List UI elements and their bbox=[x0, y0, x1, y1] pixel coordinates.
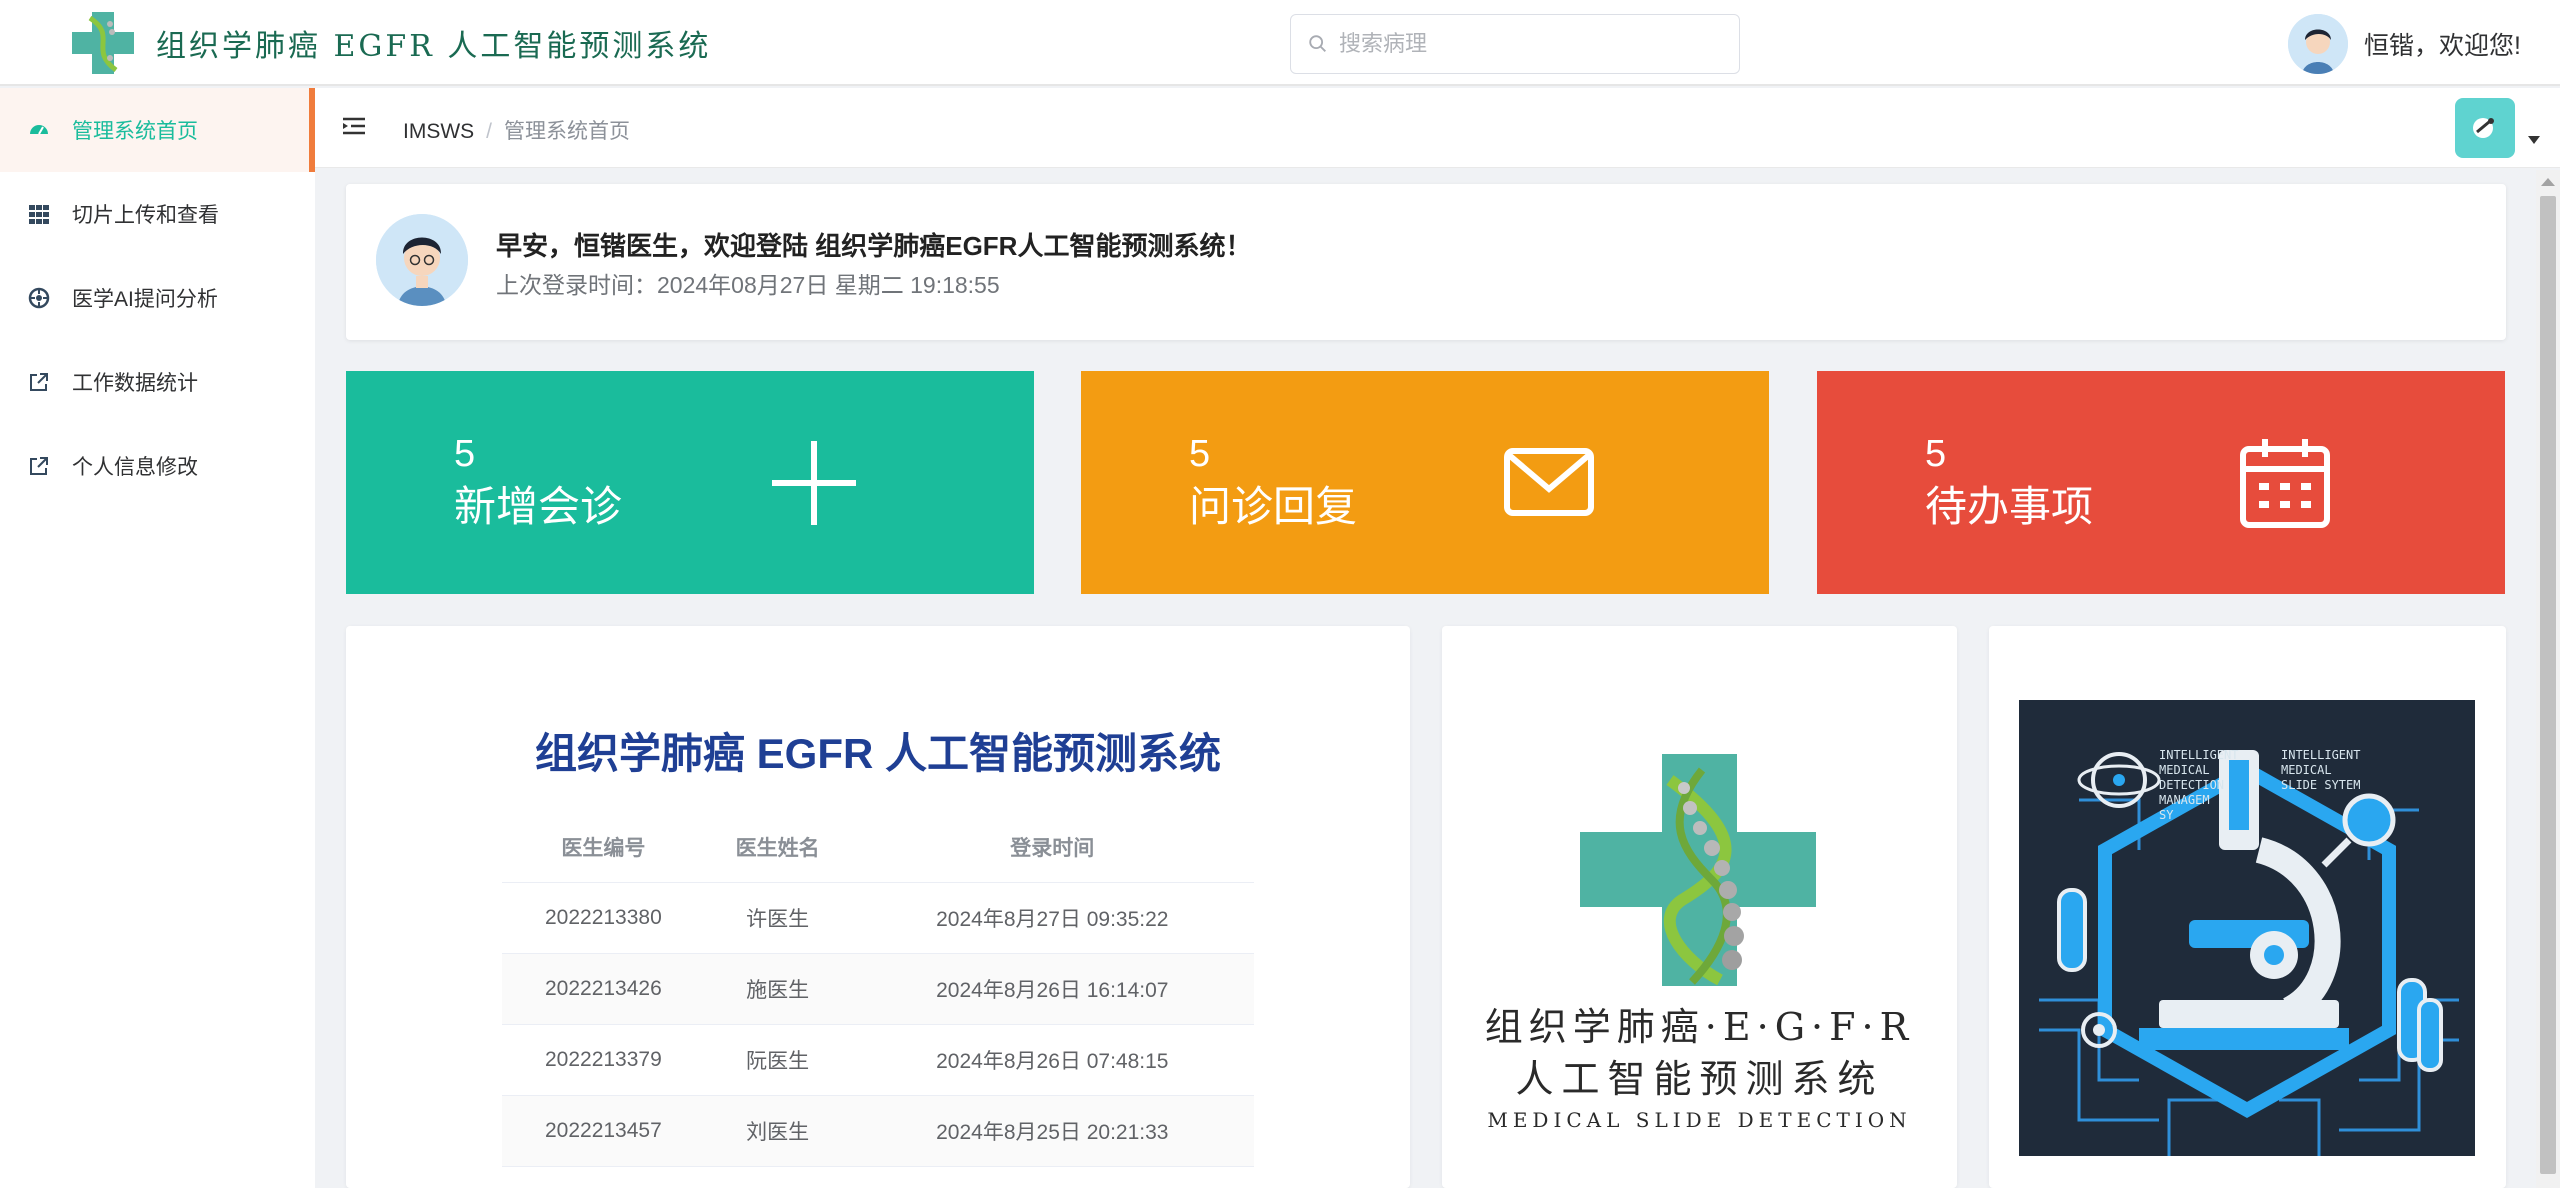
stat-count: 5 bbox=[454, 433, 476, 475]
breadcrumb-separator: / bbox=[486, 120, 493, 143]
logo-text-english: MEDICAL SLIDE DETECTION bbox=[1487, 1108, 1912, 1132]
cell-login-time: 2024年8月25日 20:21:33 bbox=[850, 1095, 1254, 1167]
aperture-icon bbox=[28, 287, 50, 309]
sidebar-item-work-stats[interactable]: 工作数据统计 bbox=[0, 340, 315, 424]
table-header-row: 医生编号 医生姓名 登录时间 bbox=[502, 812, 1254, 883]
stat-tile-todo-items[interactable]: 5 待办事项 bbox=[1817, 371, 2505, 594]
medical-cross-logo-icon bbox=[1580, 754, 1816, 986]
cell-doctor-id: 2022213457 bbox=[502, 1095, 705, 1167]
breadcrumb-home[interactable]: IMSWS bbox=[403, 120, 474, 143]
cell-doctor-id: 2022213380 bbox=[502, 882, 705, 954]
breadcrumb: IMSWS / 管理系统首页 bbox=[403, 115, 630, 145]
welcome-title: 早安，恒锴医生，欢迎登陆 组织学肺癌EGFR人工智能预测系统！ bbox=[496, 231, 1252, 261]
sidebar-item-label: 切片上传和查看 bbox=[72, 204, 219, 227]
sidebar-item-slide-upload[interactable]: 切片上传和查看 bbox=[0, 172, 315, 256]
user-avatar[interactable] bbox=[2288, 14, 2348, 74]
pin-tool-icon bbox=[2473, 118, 2494, 138]
plus-icon bbox=[772, 441, 856, 525]
sidebar-item-ai-analysis[interactable]: 医学AI提问分析 bbox=[0, 256, 315, 340]
login-records-card: 组织学肺癌 EGFR 人工智能预测系统 医生编号 医生姓名 登录时间 20222… bbox=[346, 626, 1410, 1188]
logo-card: 组织学肺癌·E·G·F·R 人工智能预测系统 MEDICAL SLIDE DET… bbox=[1442, 626, 1957, 1188]
sidebar-item-label: 医学AI提问分析 bbox=[72, 288, 218, 311]
last-login-time: 上次登录时间：2024年08月27日 星期二 19:18:55 bbox=[496, 272, 1000, 298]
poster-caption-right: INTELLIGENT MEDICAL SLIDE SYTEM bbox=[2281, 748, 2361, 792]
breadcrumb-bar: IMSWS / 管理系统首页 bbox=[315, 88, 2560, 168]
calendar-icon bbox=[2240, 439, 2330, 528]
dashboard-icon bbox=[28, 119, 50, 141]
microscope-illustration: INTELLIGENT MEDICAL DETECTION MANAGEM SY… bbox=[2019, 700, 2475, 1156]
table-row[interactable]: 2022213379 阮医生 2024年8月26日 07:48:15 bbox=[502, 1024, 1254, 1096]
app-title: 组织学肺癌 EGFR 人工智能预测系统 bbox=[156, 29, 712, 64]
sidebar-item-profile-edit[interactable]: 个人信息修改 bbox=[0, 424, 315, 508]
scrollbar-thumb[interactable] bbox=[2540, 196, 2556, 1174]
stat-label: 问诊回复 bbox=[1189, 483, 1358, 530]
sidebar-item-label: 个人信息修改 bbox=[72, 456, 198, 479]
cell-doctor-name: 施医生 bbox=[704, 953, 851, 1025]
sidebar-item-home[interactable]: 管理系统首页 bbox=[0, 88, 315, 172]
breadcrumb-current: 管理系统首页 bbox=[504, 120, 631, 143]
poster-card: INTELLIGENT MEDICAL DETECTION MANAGEM SY… bbox=[1989, 626, 2506, 1188]
stat-count: 5 bbox=[1925, 433, 1947, 475]
settings-button[interactable] bbox=[2455, 98, 2515, 158]
table-row[interactable]: 2022213426 施医生 2024年8月26日 16:14:07 bbox=[502, 953, 1254, 1025]
avatar-icon bbox=[2288, 14, 2348, 74]
login-records-table: 医生编号 医生姓名 登录时间 2022213380 许医生 2024年8月27日… bbox=[502, 812, 1254, 1167]
sidebar: 管理系统首页 切片上传和查看 医学AI提问分析 工作数据统计 个人信息修改 bbox=[0, 88, 315, 1188]
column-header-doctor-id: 医生编号 bbox=[502, 812, 705, 883]
cell-doctor-id: 2022213379 bbox=[502, 1024, 705, 1096]
system-title: 组织学肺癌 EGFR 人工智能预测系统 bbox=[534, 730, 1221, 777]
table-row[interactable]: 2022213457 刘医生 2024年8月25日 20:21:33 bbox=[502, 1095, 1254, 1167]
stat-count: 5 bbox=[1189, 433, 1211, 475]
search-input[interactable] bbox=[1339, 31, 1719, 57]
top-header: 组织学肺癌 EGFR 人工智能预测系统 恒锴，欢迎您! bbox=[0, 0, 2560, 86]
cell-doctor-name: 阮医生 bbox=[704, 1024, 851, 1096]
search-icon bbox=[1309, 35, 1326, 52]
welcome-card: 早安，恒锴医生，欢迎登陆 组织学肺癌EGFR人工智能预测系统！ 上次登录时间：2… bbox=[346, 184, 2506, 340]
chevron-down-icon[interactable] bbox=[2528, 136, 2540, 144]
column-header-login-time: 登录时间 bbox=[850, 812, 1254, 883]
cell-doctor-name: 刘医生 bbox=[704, 1095, 851, 1167]
stat-tile-consultation-replies[interactable]: 5 问诊回复 bbox=[1081, 371, 1769, 594]
sidebar-item-label: 工作数据统计 bbox=[72, 372, 198, 395]
mail-icon bbox=[1504, 448, 1594, 516]
cell-login-time: 2024年8月26日 16:14:07 bbox=[850, 953, 1254, 1025]
app-logo-icon bbox=[72, 12, 134, 74]
brand[interactable]: 组织学肺癌 EGFR 人工智能预测系统 bbox=[70, 10, 711, 76]
poster-caption-left: INTELLIGENT MEDICAL DETECTION MANAGEM SY bbox=[2159, 748, 2239, 822]
cell-login-time: 2024年8月26日 07:48:15 bbox=[850, 1024, 1254, 1096]
table-row[interactable]: 2022213380 许医生 2024年8月27日 09:35:22 bbox=[502, 882, 1254, 954]
external-link-icon bbox=[28, 371, 50, 393]
avatar bbox=[376, 214, 468, 306]
cell-doctor-name: 许医生 bbox=[704, 882, 851, 954]
user-greeting: 恒锴，欢迎您! bbox=[2364, 32, 2521, 60]
doctor-avatar-icon bbox=[376, 214, 468, 306]
stat-label: 新增会诊 bbox=[454, 483, 623, 530]
search-box[interactable] bbox=[1290, 14, 1740, 74]
collapse-menu-icon[interactable] bbox=[341, 114, 369, 142]
scroll-up-arrow-icon[interactable] bbox=[2541, 178, 2555, 186]
cell-doctor-id: 2022213426 bbox=[502, 953, 705, 1025]
stat-label: 待办事项 bbox=[1925, 483, 2094, 530]
logo-text-line1: 组织学肺癌·E·G·F·R bbox=[1484, 1005, 1915, 1049]
grid-icon bbox=[28, 203, 50, 225]
external-link-icon bbox=[28, 455, 50, 477]
microscope-icon bbox=[2019, 700, 2475, 1156]
logo-text-line2: 人工智能预测系统 bbox=[1515, 1057, 1884, 1101]
sidebar-item-label: 管理系统首页 bbox=[72, 120, 198, 143]
cell-login-time: 2024年8月27日 09:35:22 bbox=[850, 882, 1254, 954]
stat-tile-new-consultations[interactable]: 5 新增会诊 bbox=[346, 371, 1034, 594]
column-header-doctor-name: 医生姓名 bbox=[704, 812, 851, 883]
user-menu[interactable]: 恒锴，欢迎您! bbox=[2288, 14, 2521, 74]
